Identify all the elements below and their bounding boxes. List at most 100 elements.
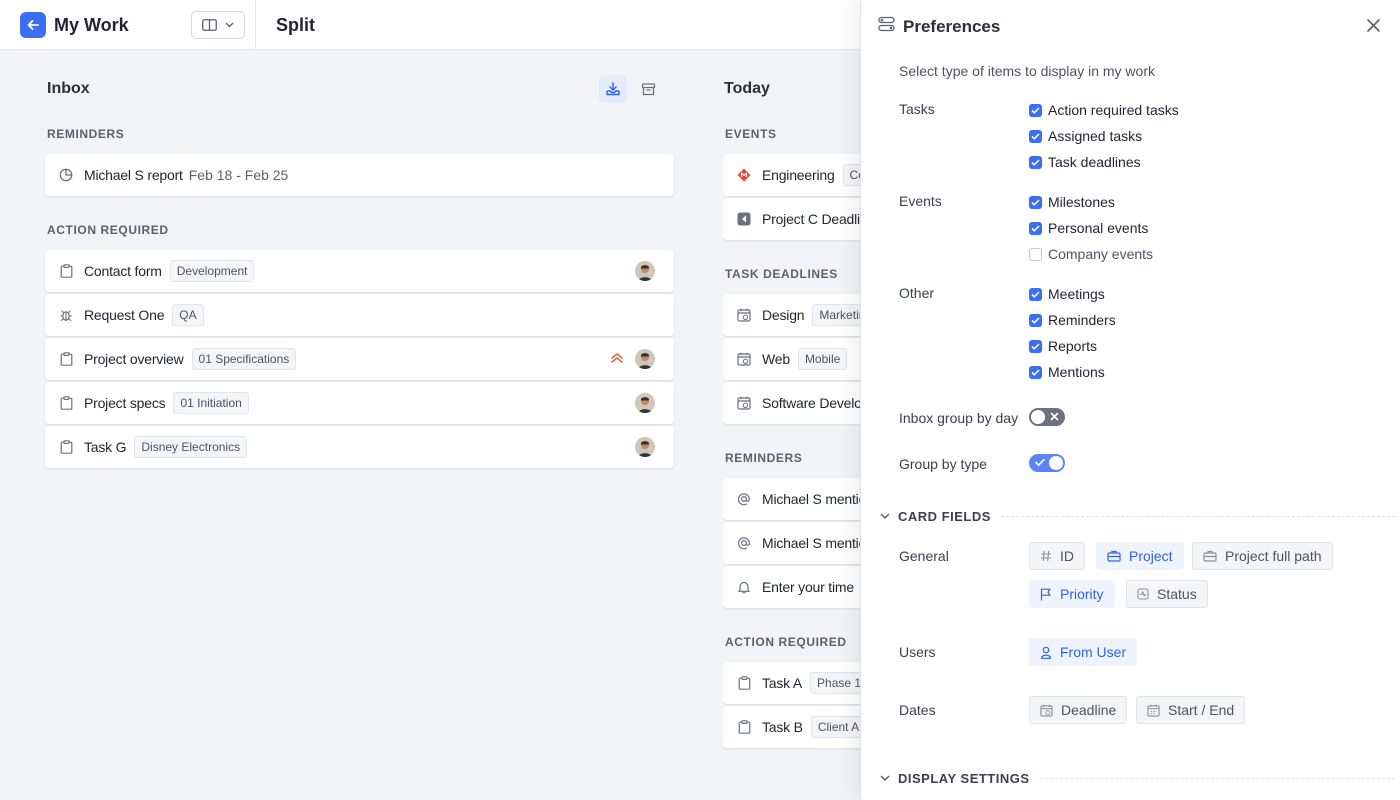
list-item[interactable]: Project overview 01 Specifications [45,338,674,380]
close-button[interactable] [1364,16,1382,34]
group-type-label: Group by type [899,456,987,472]
archive-icon [641,82,655,95]
checkbox-checked-icon [1029,313,1042,327]
list-item[interactable]: Engineering Co [723,154,863,196]
list-item[interactable]: Michael S mentio [723,522,863,564]
checkbox-meetings[interactable]: Meetings [1029,285,1105,303]
checkbox-checked-icon [1029,129,1042,143]
list-item[interactable]: Task B Client A [723,706,863,748]
checkbox-assigned-tasks[interactable]: Assigned tasks [1029,127,1142,145]
today-title: Today [724,80,770,97]
checkbox-label: Milestones [1048,194,1115,210]
field-chip-project[interactable]: Project [1096,542,1184,570]
avatar [635,261,655,281]
list-item[interactable]: Enter your time [723,566,863,608]
clipboard-icon [737,676,751,690]
item-title: Enter your time [762,579,854,595]
checkbox-label: Company events [1048,246,1154,262]
chevron-down-icon [880,775,890,782]
status-icon [1137,588,1149,600]
list-item[interactable]: Task G Disney Electronics [45,426,674,468]
checkbox-action-required-tasks[interactable]: Action required tasks [1029,101,1179,119]
field-chip-start-end[interactable]: Start / End [1136,696,1246,724]
display-settings-label: DISPLAY SETTINGS [898,771,1030,786]
check-icon [1035,458,1045,467]
inbox-download-icon [606,82,620,96]
back-button[interactable] [20,12,46,38]
milestone-icon [737,168,751,182]
project-tag: 01 Initiation [173,392,249,414]
chip-label: Start / End [1168,702,1235,718]
checkbox-label: Reports [1048,338,1098,354]
list-item[interactable]: Request One QA [45,294,674,336]
item-title: Task G [84,439,127,455]
checkbox-company-events[interactable]: Company events [1029,245,1153,263]
field-chip-status[interactable]: Status [1126,580,1208,608]
checkbox-mentions[interactable]: Mentions [1029,363,1105,381]
item-title: Web [762,351,790,367]
chip-label: Deadline [1061,702,1117,718]
checkbox-reports[interactable]: Reports [1029,337,1097,355]
field-chip-id[interactable]: ID [1029,542,1085,570]
item-title: Task B [762,719,803,735]
clipboard-icon [59,396,73,410]
bug-icon [59,308,73,322]
deadline-flag-icon [737,212,751,226]
today-action-label: ACTION REQUIRED [725,635,847,649]
list-item[interactable]: Software Develop [723,382,863,424]
calendar-clock-icon [737,352,751,366]
group-type-toggle[interactable] [1029,454,1065,472]
pie-chart-icon [59,168,73,182]
checkbox-checked-icon [1029,195,1042,209]
item-title: Contact form [84,263,162,279]
user-icon [1040,646,1052,659]
project-tag: Development [169,260,255,282]
checkbox-label: Mentions [1048,364,1105,380]
chip-label: From User [1060,644,1127,660]
avatar [635,349,655,369]
list-item[interactable]: Project specs 01 Initiation [45,382,674,424]
checkbox-task-deadlines[interactable]: Task deadlines [1029,153,1141,171]
today-column: Today EVENTS Engineering Co Project C De… [723,50,863,800]
clipboard-icon [59,264,73,278]
clipboard-icon [59,440,73,454]
list-item[interactable]: Michael S mentio [723,478,863,520]
checkbox-milestones[interactable]: Milestones [1029,193,1115,211]
chip-label: Project [1129,548,1173,564]
list-item[interactable]: Task A Phase 1 [723,662,863,704]
list-item[interactable]: Design Marketin [723,294,863,336]
archive-button[interactable] [634,75,662,103]
checkbox-personal-events[interactable]: Personal events [1029,219,1148,237]
list-item[interactable]: Project C Deadlin [723,198,863,240]
at-mention-icon [737,492,751,506]
item-title: Design [762,307,805,323]
field-chip-from-user[interactable]: From User [1029,638,1138,666]
other-label: Other [899,285,935,301]
chip-label: Priority [1060,586,1104,602]
chip-label: Project full path [1225,548,1322,564]
inbox-download-button[interactable] [599,75,627,103]
display-settings-section-toggle[interactable]: DISPLAY SETTINGS [879,771,1395,786]
list-item[interactable]: Web Mobile [723,338,863,380]
section-divider [1039,778,1395,779]
checkbox-unchecked-icon [1029,247,1042,261]
list-item[interactable]: Michael S report Feb 18 - Feb 25 [45,154,674,196]
card-fields-section-toggle[interactable]: CARD FIELDS [879,509,1395,524]
inbox-action-label: ACTION REQUIRED [47,223,169,237]
calendar-clock-icon [737,308,751,322]
field-chip-priority[interactable]: Priority [1029,580,1115,608]
checkbox-checked-icon [1029,287,1042,301]
field-chip-deadline[interactable]: Deadline [1029,696,1128,724]
today-events-label: EVENTS [725,127,777,141]
layout-switcher-button[interactable] [191,11,245,39]
inbox-group-label: Inbox group by day [899,410,1019,426]
inbox-title: Inbox [47,80,90,97]
list-item[interactable]: Contact form Development [45,250,674,292]
project-tag: QA [172,304,204,326]
section-divider [1000,516,1395,517]
checkbox-checked-icon [1029,155,1042,169]
inbox-group-toggle[interactable] [1029,408,1065,426]
header-divider [255,0,256,50]
field-chip-project-full-path[interactable]: Project full path [1192,542,1333,570]
checkbox-reminders[interactable]: Reminders [1029,311,1116,329]
